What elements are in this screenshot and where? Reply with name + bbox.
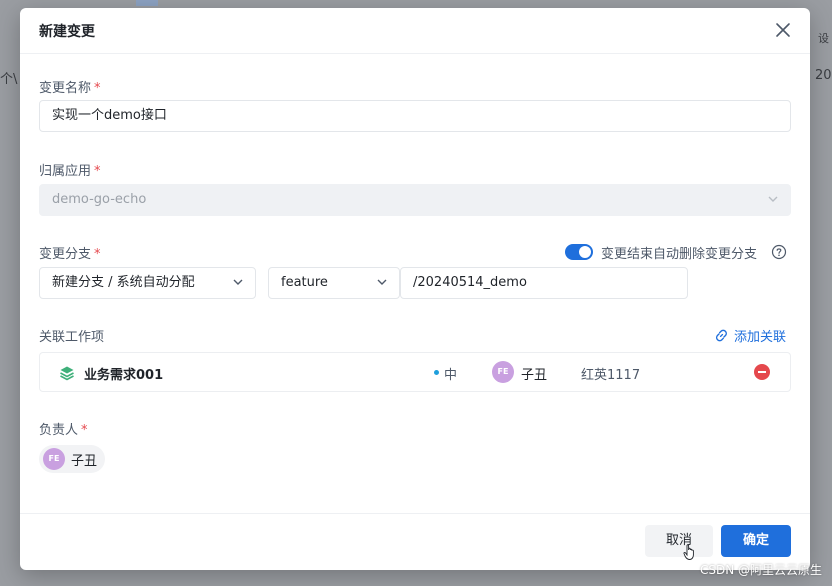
work-item-iteration: 红英1117 xyxy=(581,368,641,383)
app-select[interactable]: demo-go-echo xyxy=(39,184,791,216)
dialog-title: 新建变更 xyxy=(39,24,95,40)
chevron-down-icon xyxy=(768,196,778,202)
chevron-down-icon xyxy=(377,279,387,285)
dialog-header: 新建变更 xyxy=(20,8,810,54)
branch-label: 变更分支 * xyxy=(39,247,101,262)
background-tab-indicator xyxy=(136,0,158,6)
branch-mode-value: 新建分支 / 系统自动分配 xyxy=(52,275,195,290)
work-item-title: 业务需求001 xyxy=(84,368,164,383)
priority-dot xyxy=(434,370,439,375)
add-link-button[interactable]: 添加关联 xyxy=(714,326,786,345)
watermark: CSDN @阿里云云原生 xyxy=(699,563,822,577)
footer-divider xyxy=(20,513,810,514)
new-change-dialog: 新建变更 变更名称 * 实现一个demo接口 归属应用 * demo-go-echo… xyxy=(20,8,810,570)
owner-name: 子丑 xyxy=(71,453,98,469)
ok-button[interactable]: 确定 xyxy=(721,525,791,557)
help-icon[interactable] xyxy=(771,244,787,260)
change-name-label: 变更名称 * xyxy=(39,81,101,96)
branch-type-value: feature xyxy=(281,275,328,290)
change-name-input[interactable]: 实现一个demo接口 xyxy=(39,100,791,132)
layers-icon xyxy=(60,366,74,381)
close-icon[interactable] xyxy=(774,21,792,39)
hand-cursor-icon xyxy=(683,544,694,560)
work-item-row[interactable]: 业务需求001 中 FE 子丑 红英1117 xyxy=(39,352,791,392)
chevron-down-icon xyxy=(233,279,243,285)
work-items-label: 关联工作项 xyxy=(39,330,105,345)
background-text-left: 个\ xyxy=(0,72,18,87)
add-link-label: 添加关联 xyxy=(734,330,787,345)
remove-icon[interactable] xyxy=(754,364,770,380)
branch-name-input[interactable]: /20240514_demo xyxy=(400,267,688,299)
owner-chip[interactable]: FE 子丑 xyxy=(39,445,106,473)
avatar: FE xyxy=(43,448,65,470)
cancel-button[interactable]: 取消 xyxy=(645,525,713,557)
background-text-right: 20 xyxy=(815,68,832,83)
app-select-value: demo-go-echo xyxy=(52,192,147,207)
auto-delete-branch-toggle[interactable] xyxy=(565,244,593,260)
avatar: FE xyxy=(492,361,514,383)
owner-label: 负责人 * xyxy=(39,423,88,438)
auto-delete-branch-label: 变更结束自动删除变更分支 xyxy=(601,247,758,262)
branch-type-select[interactable]: feature xyxy=(268,267,400,299)
link-icon xyxy=(715,329,727,342)
work-item-priority: 中 xyxy=(444,368,458,383)
background-text-right-top: 设 xyxy=(818,32,829,45)
work-item-user: 子丑 xyxy=(521,368,548,383)
branch-mode-select[interactable]: 新建分支 / 系统自动分配 xyxy=(39,267,256,299)
app-label: 归属应用 * xyxy=(39,164,101,179)
